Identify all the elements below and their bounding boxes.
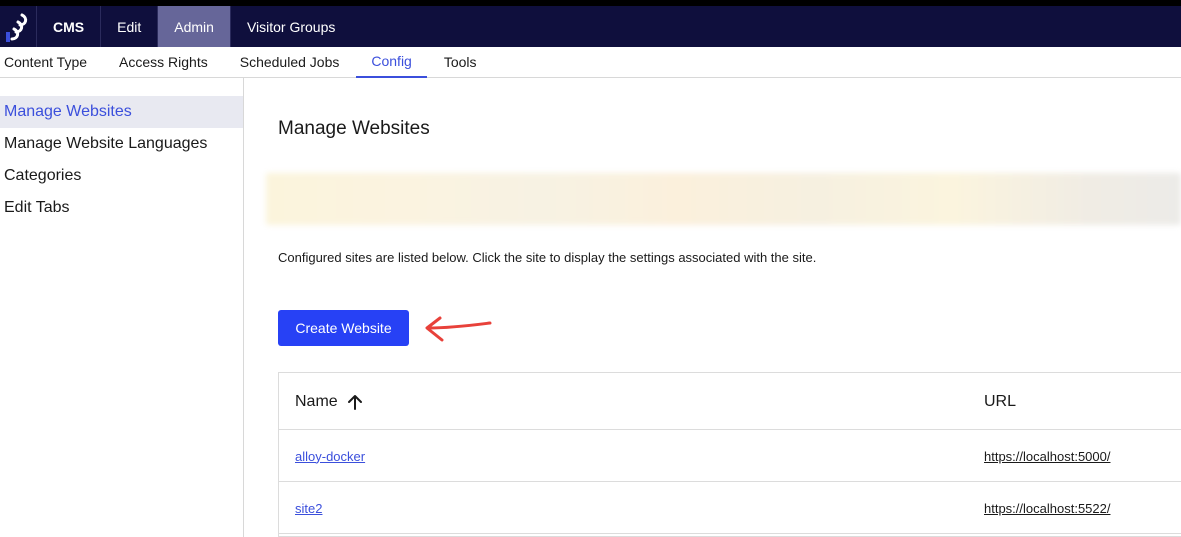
top-navigation-bar: CMS Edit Admin Visitor Groups bbox=[0, 6, 1181, 47]
table-row: alloy-docker https://localhost:5000/ bbox=[279, 430, 1181, 482]
tab-scheduled-jobs[interactable]: Scheduled Jobs bbox=[240, 47, 357, 78]
admin-sub-navigation: Content Type Access Rights Scheduled Job… bbox=[0, 47, 1181, 78]
sidebar-item-manage-websites[interactable]: Manage Websites bbox=[0, 96, 243, 128]
site-name-link[interactable]: site2 bbox=[295, 482, 322, 534]
create-website-button[interactable]: Create Website bbox=[278, 310, 409, 346]
table-row: site2 https://localhost:5522/ bbox=[279, 482, 1181, 534]
config-sidebar: Manage Websites Manage Website Languages… bbox=[0, 78, 244, 537]
column-header-url[interactable]: URL bbox=[984, 373, 1016, 430]
optimizely-logo-icon[interactable] bbox=[0, 6, 37, 47]
column-header-name-label: Name bbox=[295, 392, 338, 410]
tab-config[interactable]: Config bbox=[356, 47, 427, 78]
page-description: Configured sites are listed below. Click… bbox=[278, 250, 817, 265]
site-name-link[interactable]: alloy-docker bbox=[295, 430, 365, 482]
topnav-edit[interactable]: Edit bbox=[101, 6, 159, 47]
red-arrow-annotation bbox=[425, 316, 492, 342]
site-url-link[interactable]: https://localhost:5522/ bbox=[984, 482, 1110, 534]
table-header-row: Name URL bbox=[279, 373, 1181, 430]
redacted-banner bbox=[266, 173, 1181, 225]
sidebar-item-categories[interactable]: Categories bbox=[0, 160, 243, 192]
websites-table: Name URL alloy-docker https://localhost:… bbox=[278, 372, 1181, 537]
tab-tools[interactable]: Tools bbox=[427, 47, 477, 78]
site-url-link[interactable]: https://localhost:5000/ bbox=[984, 430, 1110, 482]
topnav-admin[interactable]: Admin bbox=[158, 6, 231, 47]
main-content: Manage Websites Configured sites are lis… bbox=[244, 78, 1181, 537]
sidebar-item-edit-tabs[interactable]: Edit Tabs bbox=[0, 192, 243, 224]
sidebar-item-manage-website-languages[interactable]: Manage Website Languages bbox=[0, 128, 243, 160]
topnav-cms[interactable]: CMS bbox=[37, 6, 102, 47]
tab-content-type[interactable]: Content Type bbox=[0, 47, 119, 78]
topnav-visitor-groups[interactable]: Visitor Groups bbox=[231, 6, 351, 47]
page-title: Manage Websites bbox=[278, 118, 430, 139]
arrow-up-icon[interactable] bbox=[346, 393, 364, 411]
column-header-name[interactable]: Name bbox=[295, 373, 364, 430]
tab-access-rights[interactable]: Access Rights bbox=[119, 47, 240, 78]
